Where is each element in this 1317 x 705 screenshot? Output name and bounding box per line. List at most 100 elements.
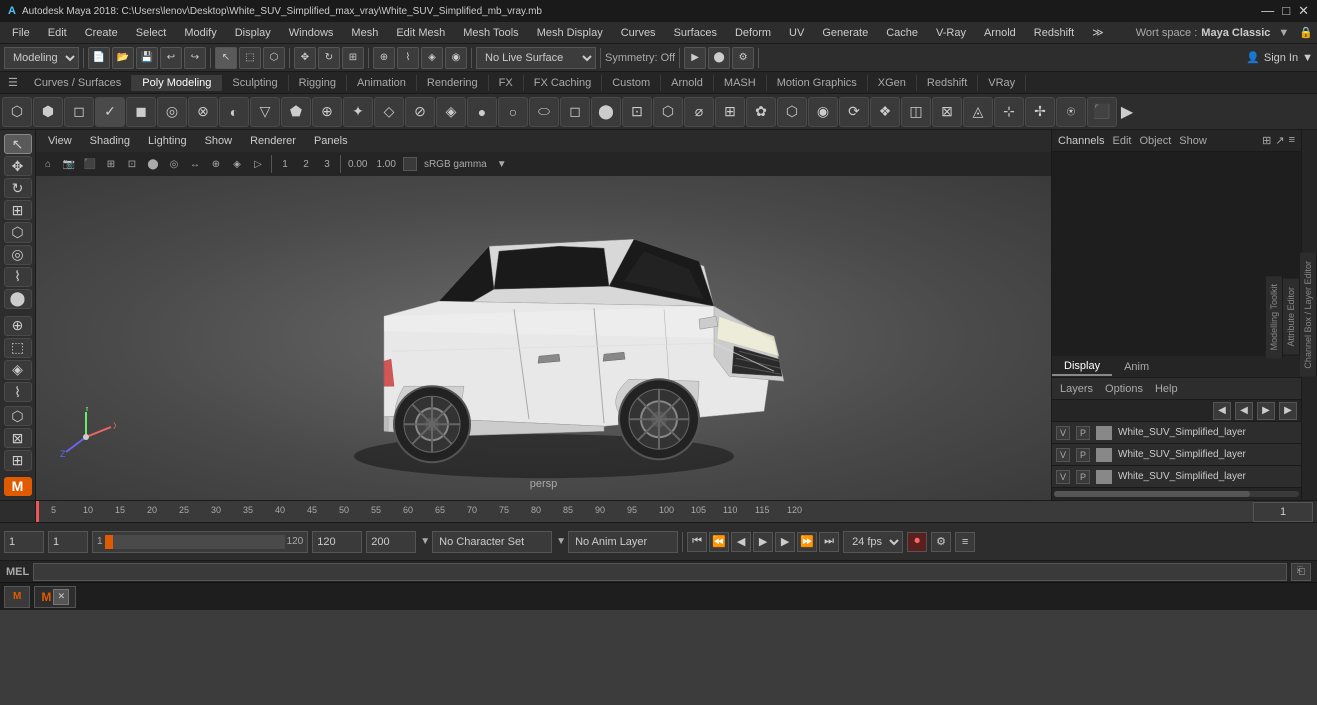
shelf-icon-3[interactable]: ◻ bbox=[64, 97, 94, 127]
vp-snap7[interactable]: ◈ bbox=[227, 154, 247, 174]
select-tool-btn[interactable]: ↖ bbox=[215, 47, 237, 69]
shelf-icon-8[interactable]: ◐ bbox=[219, 97, 249, 127]
layer-next-btn[interactable]: ▶ bbox=[1257, 402, 1275, 420]
menu-generate[interactable]: Generate bbox=[814, 25, 876, 41]
tab-motion-graphics[interactable]: Motion Graphics bbox=[767, 75, 868, 91]
auto-key-btn[interactable]: ⏺ bbox=[907, 532, 927, 552]
menu-redshift[interactable]: Redshift bbox=[1026, 25, 1082, 41]
render-region-tool[interactable]: ⬚ bbox=[4, 338, 32, 358]
anim-layer-dropdown-btn[interactable]: ▼ bbox=[556, 536, 566, 547]
playback-range-bar[interactable]: 1 120 bbox=[92, 531, 308, 553]
anim-tab[interactable]: Anim bbox=[1112, 359, 1161, 375]
workspace-dropdown-icon[interactable]: ▼ bbox=[1278, 27, 1289, 39]
title-controls[interactable]: — □ ✕ bbox=[1261, 3, 1309, 19]
redo-btn[interactable]: ↪ bbox=[184, 47, 206, 69]
shelf-icon-26[interactable]: ⬡ bbox=[777, 97, 807, 127]
display-tab[interactable]: Display bbox=[1052, 358, 1112, 376]
tab-vray[interactable]: VRay bbox=[978, 75, 1026, 91]
shelf-icon-4[interactable]: ✓ bbox=[95, 97, 125, 127]
tab-xgen[interactable]: XGen bbox=[868, 75, 917, 91]
vp-gamma-dropdown[interactable]: ▼ bbox=[492, 154, 512, 174]
render-settings-btn[interactable]: ⚙ bbox=[732, 47, 754, 69]
lasso-select-btn[interactable]: ⬚ bbox=[239, 47, 261, 69]
layer-scrollbar[interactable] bbox=[1052, 488, 1301, 500]
tab-arnold[interactable]: Arnold bbox=[661, 75, 714, 91]
menu-uv[interactable]: UV bbox=[781, 25, 812, 41]
open-file-btn[interactable]: 📂 bbox=[112, 47, 134, 69]
panels-menu[interactable]: Panels bbox=[306, 133, 356, 149]
vp-snap5[interactable]: ↔ bbox=[185, 154, 205, 174]
tab-poly-modeling[interactable]: Poly Modeling bbox=[132, 75, 222, 91]
viewport-canvas[interactable]: X Y Z persp bbox=[36, 176, 1051, 500]
grid-icons[interactable]: ⊞ bbox=[4, 450, 32, 470]
shelf-icon-15[interactable]: ◈ bbox=[436, 97, 466, 127]
show-manip-tool[interactable]: ⊕ bbox=[4, 316, 32, 336]
paint-tool[interactable]: ⬤ bbox=[4, 289, 32, 309]
help-label[interactable]: Help bbox=[1151, 381, 1182, 397]
frame-counter[interactable]: 1 bbox=[1253, 502, 1313, 522]
playback-bar[interactable] bbox=[105, 535, 285, 549]
snap-to-grid-btn[interactable]: ⊕ bbox=[373, 47, 395, 69]
fps-select[interactable]: 24 fps 30 fps bbox=[843, 531, 903, 553]
sign-in-dropdown[interactable]: ▼ bbox=[1302, 52, 1313, 64]
tab-sculpting[interactable]: Sculpting bbox=[222, 75, 288, 91]
snap-to-curve-btn[interactable]: ⌇ bbox=[397, 47, 419, 69]
vp-snap2[interactable]: ⊡ bbox=[122, 154, 142, 174]
menu-vray[interactable]: V-Ray bbox=[928, 25, 974, 41]
menu-display[interactable]: Display bbox=[227, 25, 279, 41]
shelf-icon-17[interactable]: ○ bbox=[498, 97, 528, 127]
move-tool-btn[interactable]: ✥ bbox=[294, 47, 316, 69]
shelf-icon-34[interactable]: ✢ bbox=[1025, 97, 1055, 127]
move-tool[interactable]: ✥ bbox=[4, 156, 32, 176]
menu-more[interactable]: ≫ bbox=[1084, 24, 1112, 41]
silhouette-tool[interactable]: ◈ bbox=[4, 360, 32, 380]
shelf-icon-1[interactable]: ⬡ bbox=[2, 97, 32, 127]
shelf-icon-32[interactable]: ◬ bbox=[963, 97, 993, 127]
scale-tool-btn[interactable]: ⊞ bbox=[342, 47, 364, 69]
vp-snap6[interactable]: ⊕ bbox=[206, 154, 226, 174]
shelf-icon-37[interactable]: ▶ bbox=[1118, 97, 1136, 127]
vp-cam-btn[interactable]: 📷 bbox=[59, 154, 79, 174]
layer-scrollbar-track[interactable] bbox=[1054, 491, 1299, 497]
frame-start-field[interactable] bbox=[48, 531, 88, 553]
tab-custom[interactable]: Custom bbox=[602, 75, 661, 91]
layer-p-3[interactable]: P bbox=[1076, 470, 1090, 484]
step-forward-btn[interactable]: ⏩ bbox=[797, 532, 817, 552]
lighting-menu[interactable]: Lighting bbox=[140, 133, 195, 149]
viewport-icons[interactable]: ⬡ bbox=[4, 406, 32, 426]
undo-btn[interactable]: ↩ bbox=[160, 47, 182, 69]
cb-icon1[interactable]: ⊞ bbox=[1262, 134, 1271, 147]
shelf-icon-16[interactable]: ● bbox=[467, 97, 497, 127]
shelf-icon-33[interactable]: ⊹ bbox=[994, 97, 1024, 127]
layer-v-3[interactable]: V bbox=[1056, 470, 1070, 484]
shelf-icon-35[interactable]: ⍟ bbox=[1056, 97, 1086, 127]
mel-input[interactable] bbox=[33, 563, 1287, 581]
menu-file[interactable]: File bbox=[4, 25, 38, 41]
menu-surfaces[interactable]: Surfaces bbox=[666, 25, 725, 41]
options-label[interactable]: Options bbox=[1101, 381, 1147, 397]
tab-rigging[interactable]: Rigging bbox=[289, 75, 347, 91]
go-to-end-btn[interactable]: ⏭ bbox=[819, 532, 839, 552]
paint-select-btn[interactable]: ⬡ bbox=[263, 47, 285, 69]
shelf-icon-11[interactable]: ⊕ bbox=[312, 97, 342, 127]
anim-extra-btn[interactable]: ≡ bbox=[955, 532, 975, 552]
layer-p-1[interactable]: P bbox=[1076, 426, 1090, 440]
rotate-tool-btn[interactable]: ↻ bbox=[318, 47, 340, 69]
channels-tab[interactable]: Channels bbox=[1058, 135, 1104, 147]
layer-v-2[interactable]: V bbox=[1056, 448, 1070, 462]
menu-select[interactable]: Select bbox=[128, 25, 175, 41]
layer-v-1[interactable]: V bbox=[1056, 426, 1070, 440]
layer-scrollbar-thumb[interactable] bbox=[1054, 491, 1250, 497]
shelf-icon-24[interactable]: ⊞ bbox=[715, 97, 745, 127]
timeline-playhead[interactable] bbox=[36, 501, 39, 523]
vp-color-swatch[interactable] bbox=[403, 157, 417, 171]
play-btn[interactable]: ▶ bbox=[753, 532, 773, 552]
shelf-icon-22[interactable]: ⬡ bbox=[653, 97, 683, 127]
shelf-icon-5[interactable]: ◼ bbox=[126, 97, 156, 127]
script-editor-btn[interactable]: ⎗ bbox=[1291, 563, 1311, 581]
vp-poly-smooth[interactable]: 1 bbox=[275, 154, 295, 174]
anim-layer-btn[interactable]: No Anim Layer bbox=[568, 531, 678, 553]
menu-modify[interactable]: Modify bbox=[176, 25, 224, 41]
menu-mesh[interactable]: Mesh bbox=[343, 25, 386, 41]
menu-mesh-display[interactable]: Mesh Display bbox=[529, 25, 611, 41]
